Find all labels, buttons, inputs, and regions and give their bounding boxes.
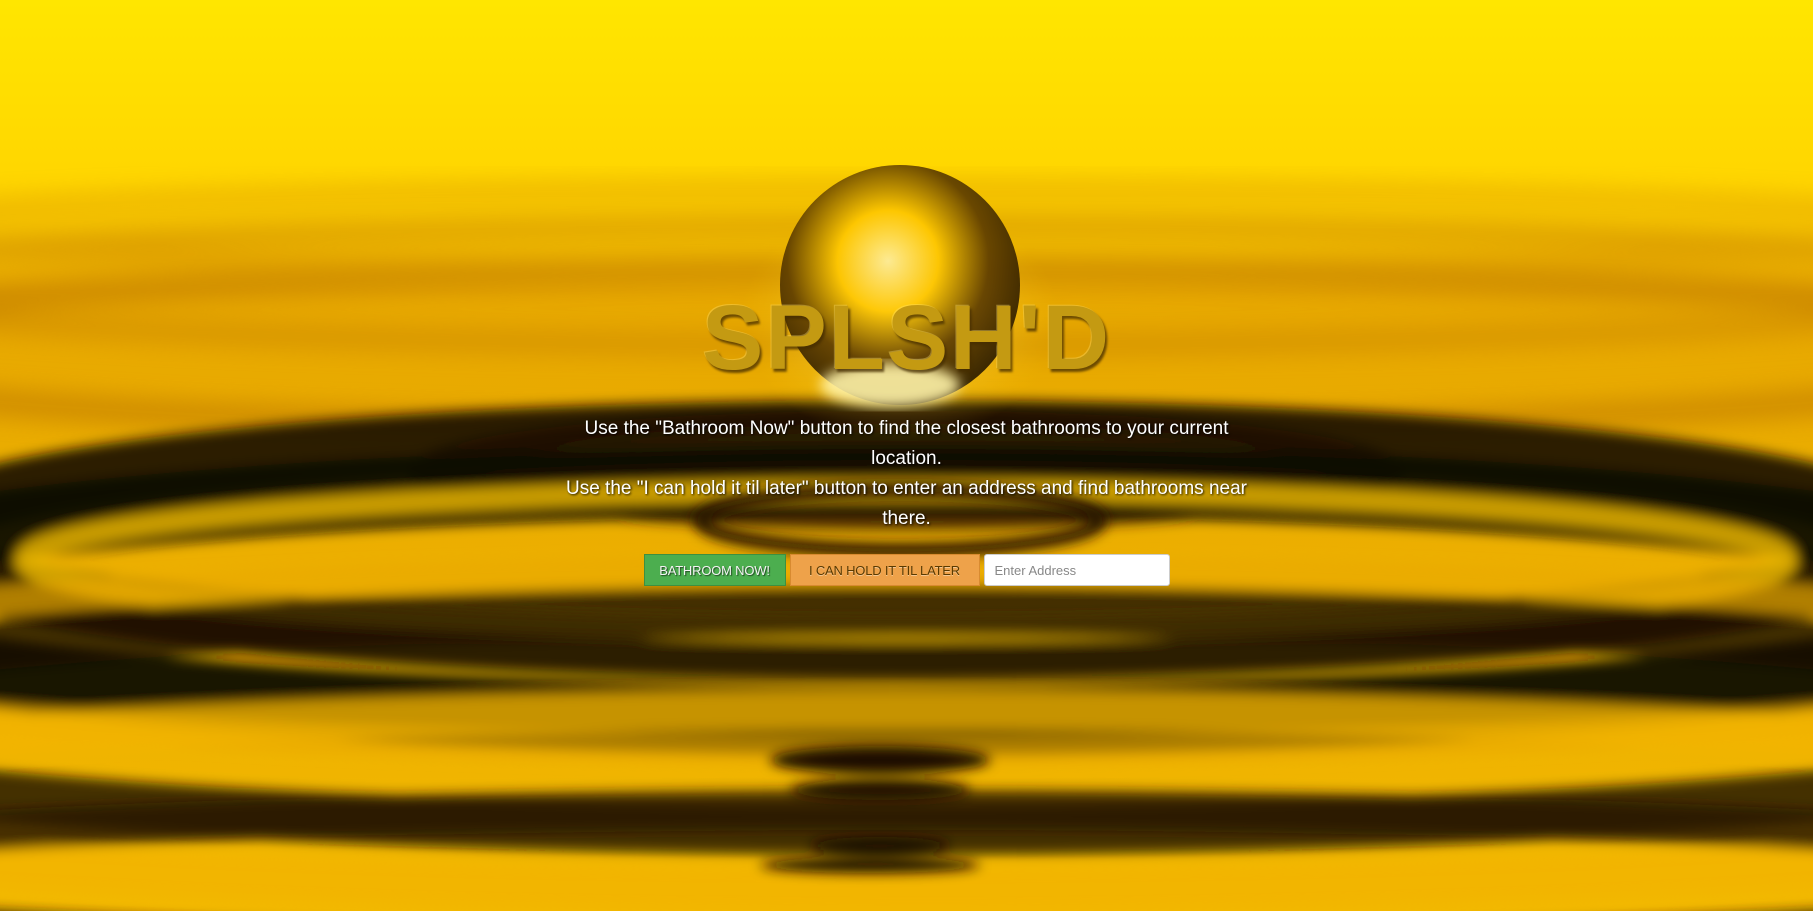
bathroom-now-button[interactable]: BATHROOM NOW! — [643, 554, 786, 586]
instruction-line-bathroom-now: Use the "Bathroom Now" button to find th… — [584, 418, 1229, 469]
hold-it-later-button[interactable]: I CAN HOLD IT TIL LATER — [789, 554, 980, 586]
search-controls: BATHROOM NOW! I CAN HOLD IT TIL LATER — [0, 554, 1813, 586]
page: SPLSH'D Use the "Bathroom Now" button to… — [0, 0, 1813, 911]
instruction-line-hold-later: Use the "I can hold it til later" button… — [565, 478, 1247, 529]
hero: SPLSH'D Use the "Bathroom Now" button to… — [0, 288, 1813, 586]
address-input[interactable] — [983, 554, 1170, 586]
app-title: SPLSH'D — [701, 287, 1112, 389]
instructions: Use the "Bathroom Now" button to find th… — [557, 414, 1257, 534]
